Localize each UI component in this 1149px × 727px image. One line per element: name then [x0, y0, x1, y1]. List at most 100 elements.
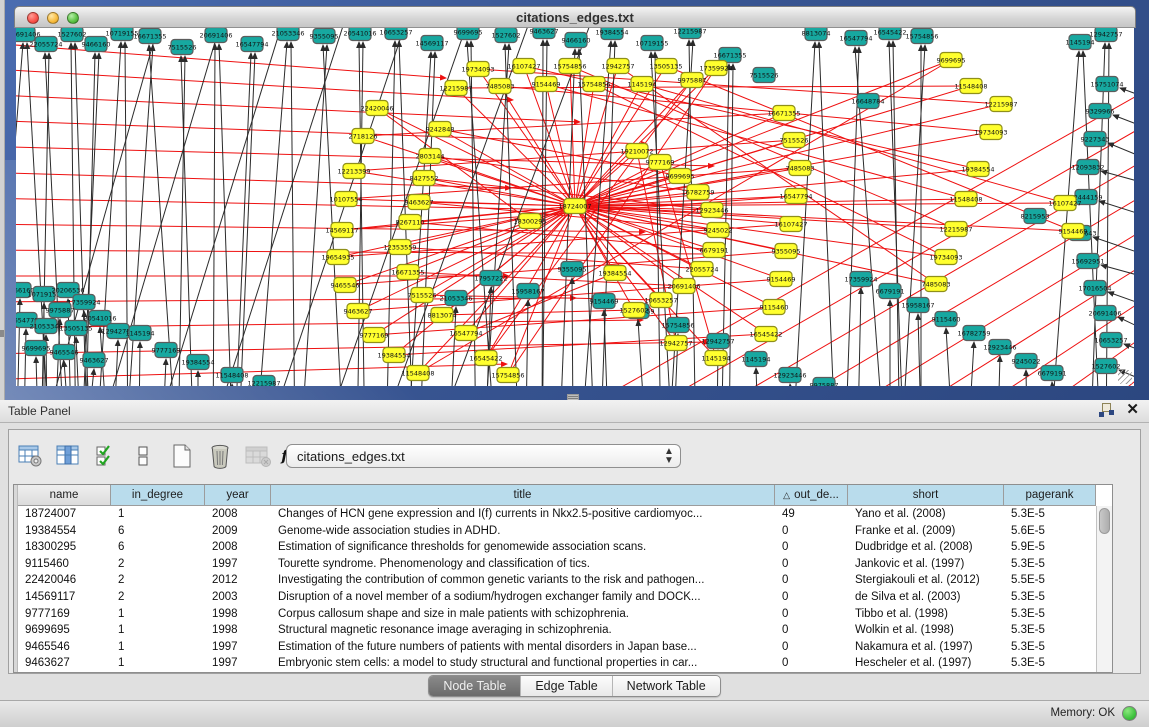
graph-node-yellow[interactable]: 8267110 — [396, 215, 425, 230]
graph-node-yellow[interactable]: 20691406 — [667, 279, 700, 294]
graph-node-yellow[interactable]: 9975887 — [678, 73, 707, 88]
graph-node-teal[interactable]: 9975887 — [46, 303, 75, 318]
graph-node-teal[interactable]: 9329966 — [1086, 104, 1115, 119]
vertical-scrollbar[interactable] — [1096, 506, 1112, 672]
graph-node-teal[interactable]: 15751074 — [1090, 77, 1123, 92]
graph-node-teal[interactable]: 9699695 — [454, 28, 483, 40]
column-header-in_degree[interactable]: in_degree — [111, 485, 205, 505]
panel-collapse-handle[interactable] — [0, 330, 4, 337]
graph-node-yellow[interactable]: 16671355 — [391, 265, 424, 280]
graph-node-yellow[interactable]: 9463627 — [405, 195, 434, 210]
table-row[interactable]: 1938455462009Genome-wide association stu… — [18, 523, 1096, 540]
table-row[interactable]: 977716911998Corpus callosum shape and si… — [18, 606, 1096, 623]
float-panel-icon[interactable] — [1099, 403, 1114, 417]
graph-node-teal[interactable]: 12923446 — [773, 368, 806, 383]
graph-node-teal[interactable]: 10719155 — [635, 36, 668, 51]
graph-node-yellow[interactable]: 9699695 — [937, 53, 966, 68]
graph-node-teal[interactable]: 21053346 — [271, 28, 304, 41]
graph-node-teal[interactable]: 16545422 — [873, 28, 906, 40]
graph-node-teal[interactable]: 9355095 — [310, 29, 339, 44]
graph-node-teal[interactable]: 1527602 — [1092, 359, 1121, 374]
graph-node-teal[interactable]: 9154469 — [590, 294, 619, 309]
graph-node-yellow[interactable]: 7485083 — [486, 79, 515, 94]
graph-node-teal[interactable]: 19384554 — [181, 355, 214, 370]
graph-node-yellow[interactable]: 19384554 — [961, 162, 994, 177]
graph-node-teal[interactable]: 16547794 — [839, 31, 872, 46]
graph-node-yellow[interactable]: 12942757 — [659, 336, 692, 351]
graph-node-teal[interactable]: 9975887 — [810, 378, 839, 387]
network-window-titlebar[interactable]: citations_edges.txt — [14, 6, 1136, 28]
graph-node-yellow[interactable]: 2718126 — [349, 129, 378, 144]
graph-node-teal[interactable]: 15958167 — [901, 298, 934, 313]
delete-icon[interactable] — [207, 443, 233, 469]
graph-node-teal[interactable]: 6679191 — [876, 284, 905, 299]
graph-node-teal[interactable]: 1145194 — [126, 326, 155, 341]
graph-node-teal[interactable]: 12215987 — [247, 376, 280, 387]
graph-node-yellow[interactable]: 11548408 — [954, 79, 987, 94]
graph-node-teal[interactable]: 14569117 — [415, 36, 448, 51]
graph-node-yellow[interactable]: 9463627 — [344, 304, 373, 319]
column-header-name[interactable]: name — [18, 485, 111, 505]
table-row[interactable]: 911546021997Tourette syndrome. Phenomeno… — [18, 556, 1096, 573]
graph-node-teal[interactable]: 9466160 — [82, 37, 111, 52]
graph-node-teal[interactable]: 9777169 — [152, 343, 181, 358]
graph-node-yellow[interactable]: 9777169 — [646, 155, 675, 170]
graph-node-yellow[interactable]: 11548408 — [949, 192, 982, 207]
graph-node-yellow[interactable]: 19734093 — [974, 125, 1007, 140]
table-row[interactable]: 946554611997Estimation of the future num… — [18, 639, 1096, 656]
column-header-title[interactable]: title — [271, 485, 775, 505]
graph-node-teal[interactable]: 12093832 — [1071, 160, 1104, 175]
scrollbar-thumb[interactable] — [1099, 508, 1110, 534]
graph-node-yellow[interactable]: 9242848 — [426, 122, 455, 137]
network-window[interactable]: citations_edges.txt 18724007206914062205… — [14, 6, 1136, 388]
table-row[interactable]: 1456911722003Disruption of a novel membe… — [18, 589, 1096, 606]
graph-node-yellow[interactable]: 15754856 — [491, 368, 524, 383]
graph-node-yellow[interactable]: 6679191 — [700, 243, 729, 258]
graph-node-teal[interactable]: 15754856 — [905, 29, 938, 44]
close-panel-icon[interactable]: ✕ — [1126, 403, 1139, 417]
table-row[interactable]: 946362711997Embryonic stem cells: a mode… — [18, 655, 1096, 672]
graph-node-yellow[interactable]: 9465546 — [331, 278, 360, 293]
network-canvas[interactable]: 1872400720691406220557241527602946616010… — [16, 28, 1134, 386]
graph-node-yellow[interactable]: 12942757 — [601, 59, 634, 74]
table-settings-icon[interactable] — [17, 443, 43, 469]
graph-node-yellow[interactable]: 9777169 — [360, 328, 389, 343]
graph-node-teal[interactable]: 9115460 — [932, 312, 961, 327]
graph-node-yellow[interactable]: 1145194 — [702, 351, 731, 366]
graph-node-yellow[interactable]: 7515526 — [780, 133, 809, 148]
graph-node-teal[interactable]: 21053346 — [439, 291, 472, 306]
graph-node-teal[interactable]: 19384554 — [595, 28, 628, 40]
graph-node-yellow[interactable]: 10107554 — [329, 192, 362, 207]
graph-node-yellow[interactable]: 14569117 — [325, 223, 358, 238]
graph-node-yellow[interactable]: 8813074 — [428, 308, 457, 323]
graph-node-yellow[interactable]: 9699695 — [666, 169, 695, 184]
tab-edge-table[interactable]: Edge Table — [521, 676, 612, 696]
graph-node-yellow[interactable]: 1145194 — [628, 77, 657, 92]
new-file-icon[interactable] — [169, 443, 195, 469]
graph-node-yellow[interactable]: 9115460 — [760, 300, 789, 315]
graph-node-teal[interactable]: 7515526 — [168, 40, 197, 55]
graph-node-yellow[interactable]: 9154469 — [1059, 224, 1088, 239]
graph-node-teal[interactable]: 12923446 — [983, 340, 1016, 355]
graph-node-yellow[interactable]: 16545422 — [749, 327, 782, 342]
column-header-out_de[interactable]: △out_de... — [775, 485, 848, 505]
column-header-year[interactable]: year — [205, 485, 271, 505]
graph-node-teal[interactable]: 1527602 — [492, 28, 521, 43]
graph-node-teal[interactable]: 1145194 — [1066, 35, 1095, 50]
graph-node-yellow[interactable]: 16547794 — [779, 189, 812, 204]
rows-icon[interactable] — [131, 443, 157, 469]
graph-node-teal[interactable]: 20541016 — [343, 28, 376, 41]
graph-node-teal[interactable]: 9227343 — [1081, 132, 1110, 147]
graph-node-yellow[interactable]: 12213399 — [337, 164, 370, 179]
canvas-resize-grip[interactable] — [1118, 370, 1132, 384]
graph-node-yellow[interactable]: 2803144 — [416, 149, 445, 164]
column-header-pagerank[interactable]: pagerank — [1004, 485, 1096, 505]
graph-node-teal[interactable]: 15692951 — [1071, 254, 1104, 269]
table-row[interactable]: 969969511998Structural magnetic resonanc… — [18, 622, 1096, 639]
column-header-short[interactable]: short — [848, 485, 1004, 505]
graph-node-yellow[interactable]: 7485083 — [922, 277, 951, 292]
graph-node-yellow[interactable]: 12215987 — [984, 97, 1017, 112]
graph-node-teal[interactable]: 9245022 — [1012, 354, 1041, 369]
graph-node-teal[interactable]: 1145194 — [742, 352, 771, 367]
tab-network-table[interactable]: Network Table — [613, 676, 720, 696]
